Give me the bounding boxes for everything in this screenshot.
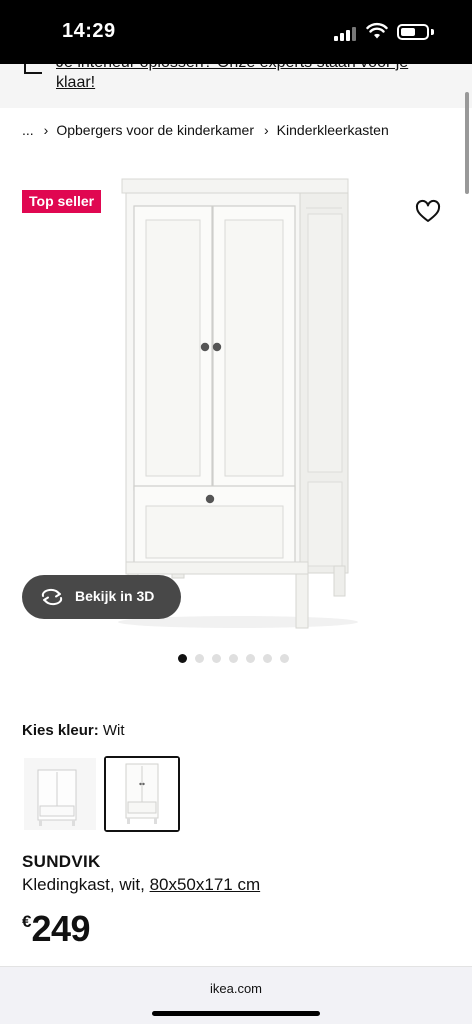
breadcrumb: ... › Opbergers voor de kinderkamer › Ki… (22, 122, 389, 138)
color-swatch-variant-1[interactable] (22, 756, 98, 832)
product-price: € 249 (22, 908, 91, 950)
breadcrumb-item-kinderkleerkasten[interactable]: Kinderkleerkasten (277, 122, 389, 138)
color-value: Wit (102, 722, 125, 739)
gallery-dot[interactable] (246, 654, 255, 663)
gallery-dot[interactable] (263, 654, 272, 663)
heart-outline-icon[interactable] (414, 198, 442, 226)
price-currency: € (22, 912, 32, 931)
wifi-icon (366, 22, 388, 39)
gallery-dot[interactable] (178, 654, 187, 663)
cellular-signal-icon (334, 25, 360, 41)
banner-text-line2[interactable]: klaar! (56, 74, 95, 92)
product-name: SUNDVIK (22, 852, 101, 871)
battery-icon (397, 24, 429, 40)
browser-address-bar[interactable]: ikea.com (0, 966, 472, 1024)
banner-text-line1[interactable]: Je interieur oplossen? Onze experts staa… (56, 64, 456, 72)
view-3d-label: Bekijk in 3D (75, 588, 155, 604)
chevron-right-icon: › (43, 122, 49, 138)
gallery-dot[interactable] (280, 654, 289, 663)
gallery-dot[interactable] (229, 654, 238, 663)
swatch-wardrobe-thumbnail (106, 758, 178, 830)
color-prompt: Kies kleur: (22, 722, 99, 739)
chevron-right-icon: › (264, 122, 269, 138)
status-bar: 14:29 (0, 0, 472, 64)
product-dimensions-link[interactable]: 80x50x171 cm (150, 875, 261, 894)
swatch-wardrobe-thumbnail (24, 758, 96, 830)
browser-url[interactable]: ikea.com (0, 981, 472, 996)
breadcrumb-ellipsis[interactable]: ... (22, 122, 34, 138)
gallery-dot[interactable] (195, 654, 204, 663)
status-time: 14:29 (62, 20, 116, 42)
top-seller-badge: Top seller (22, 190, 102, 213)
view-3d-button[interactable]: Bekijk in 3D (22, 575, 181, 619)
breadcrumb-item-opbergers[interactable]: Opbergers voor de kinderkamer (56, 122, 254, 138)
chat-icon (24, 64, 42, 74)
expert-help-banner[interactable]: Je interieur oplossen? Onze experts staa… (0, 64, 472, 108)
product-image[interactable] (0, 170, 472, 640)
price-value: 249 (31, 908, 91, 949)
home-indicator[interactable] (152, 1011, 320, 1016)
gallery-dot[interactable] (212, 654, 221, 663)
product-description-text: Kledingkast, wit, (22, 875, 150, 894)
rotate-3d-icon (41, 588, 63, 606)
color-swatch-variant-2-selected[interactable] (104, 756, 180, 832)
product-description: Kledingkast, wit, 80x50x171 cm (22, 875, 260, 895)
battery-cap (431, 29, 434, 35)
gallery-pagination (178, 654, 289, 664)
color-chooser-label: Kies kleur: Wit (22, 722, 125, 739)
